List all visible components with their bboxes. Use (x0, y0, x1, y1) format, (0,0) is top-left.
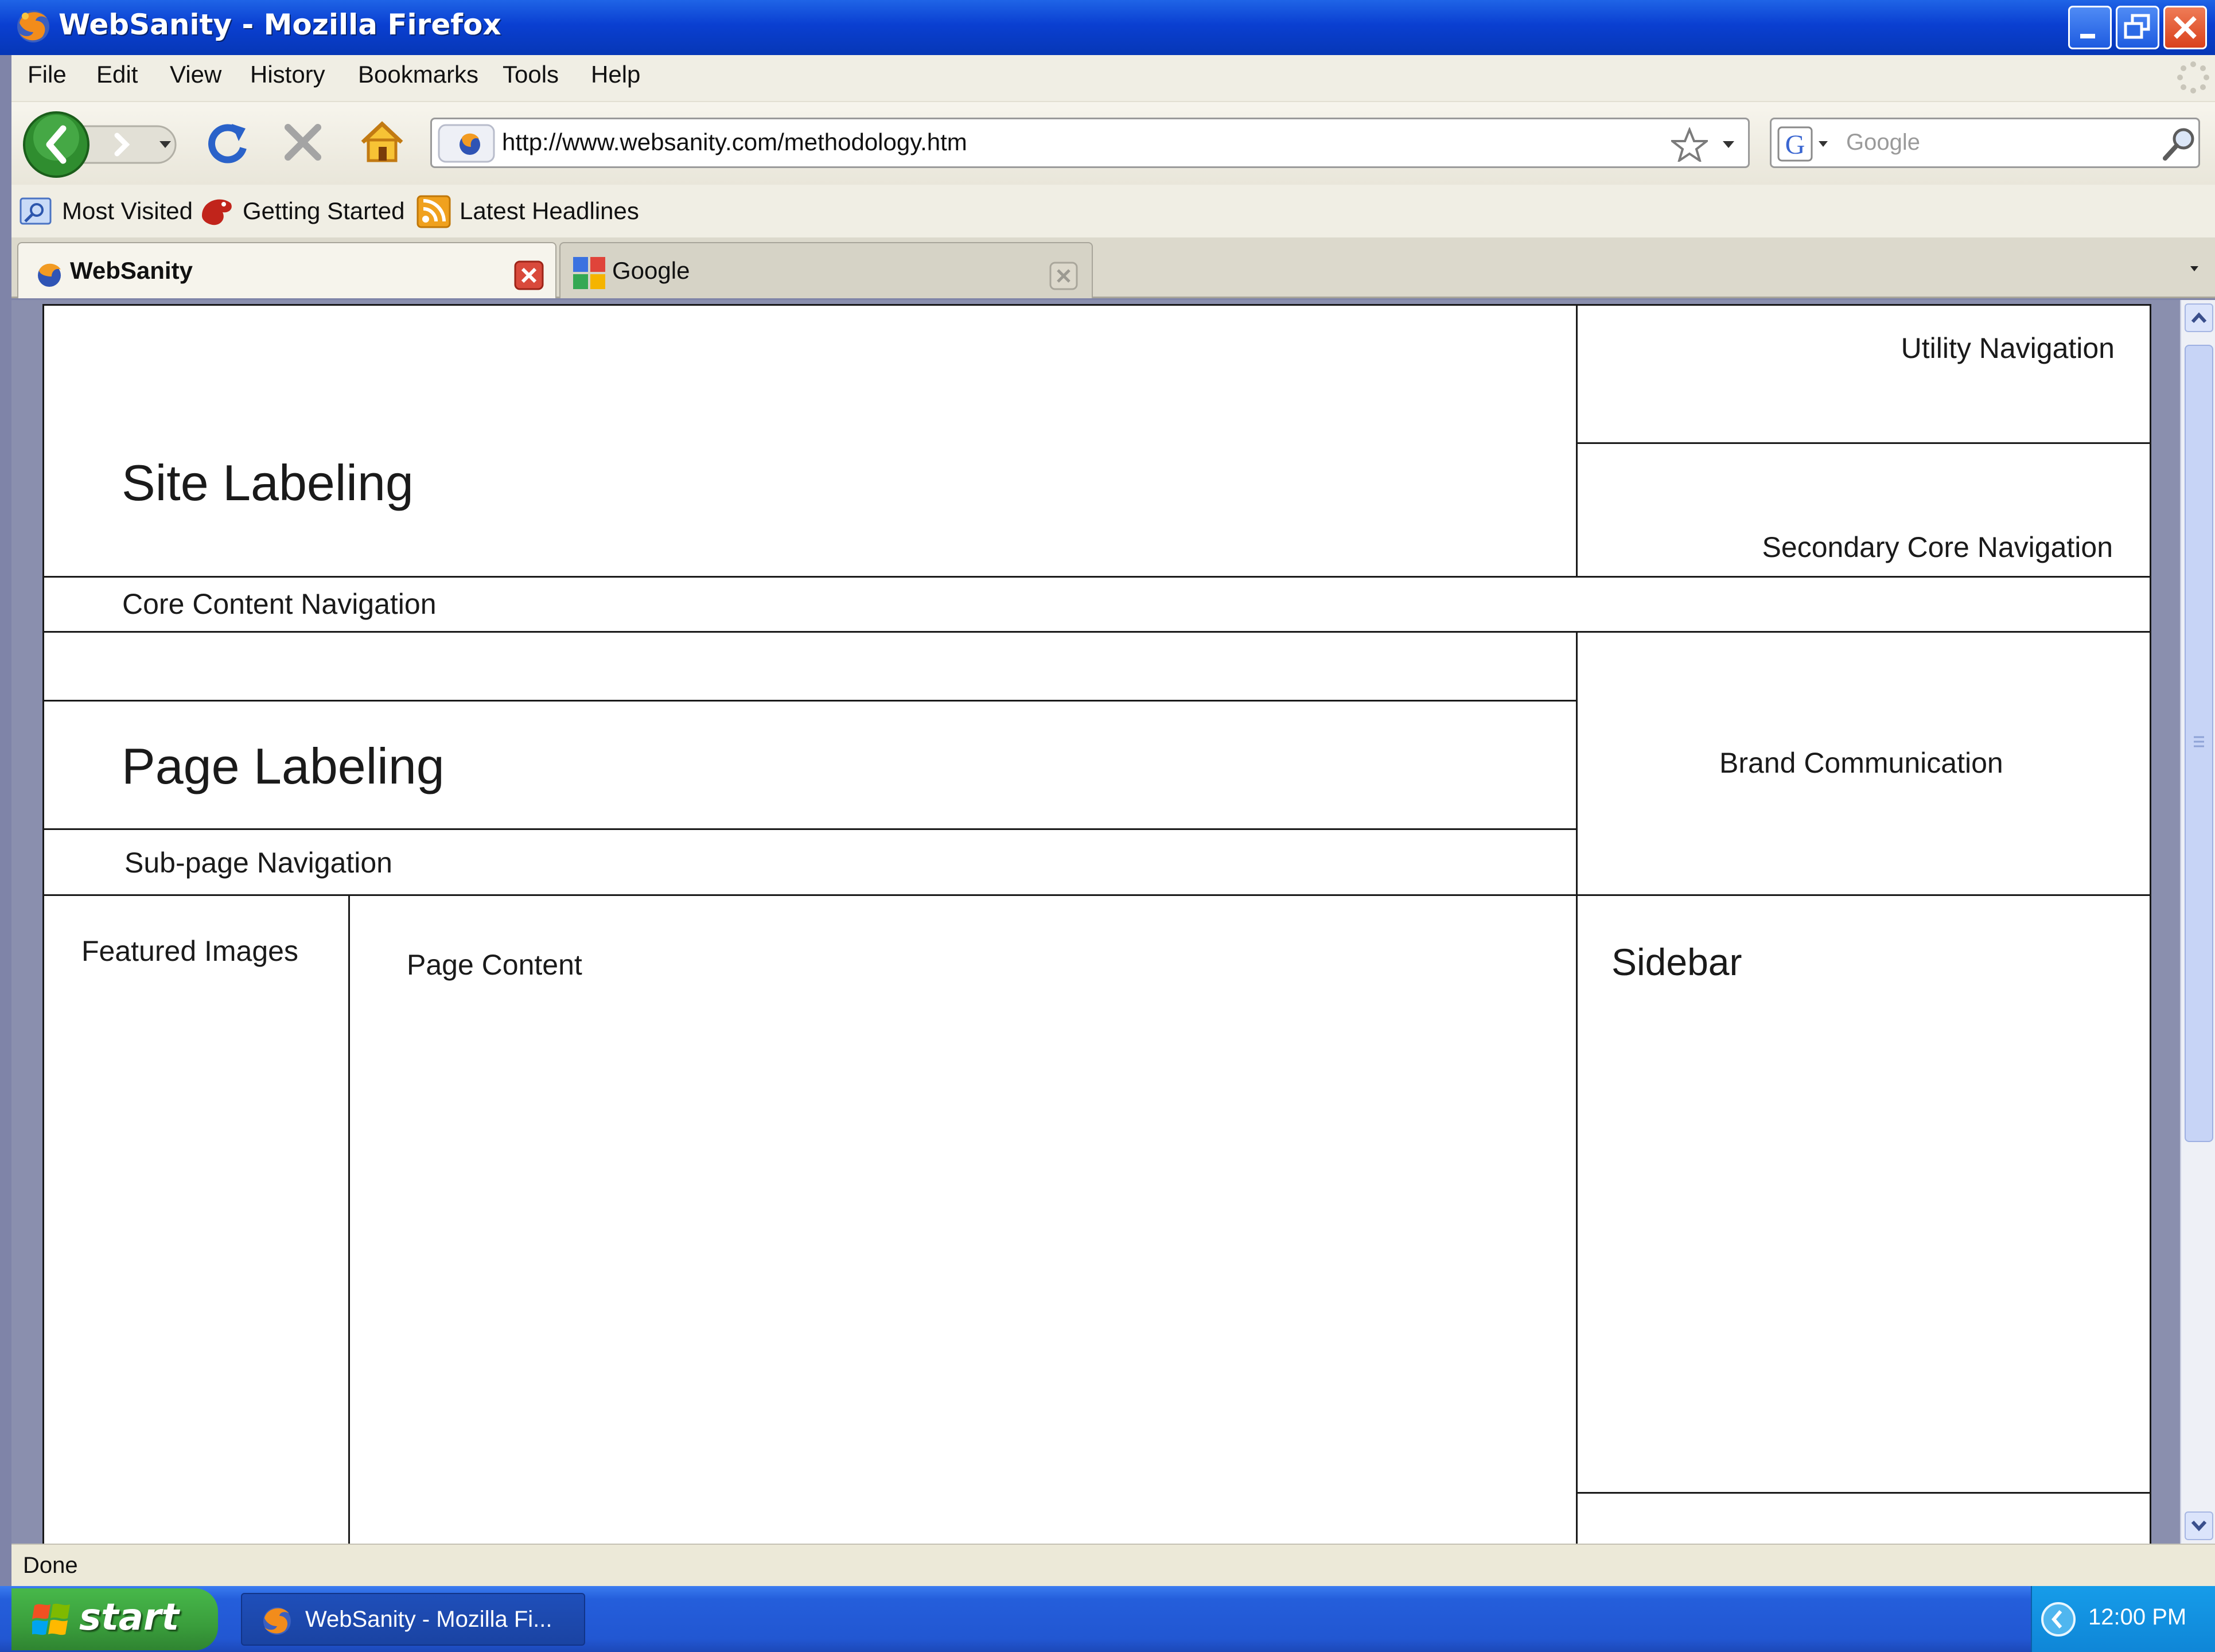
menu-history[interactable]: History (250, 61, 325, 88)
restore-icon (2124, 14, 2150, 39)
websanity-favicon (38, 263, 61, 287)
chevron-up-icon (2191, 312, 2207, 324)
sidebar: Sidebar (1611, 941, 1742, 983)
bookmark-getting-started[interactable]: Getting Started (243, 197, 405, 225)
taskbar-item-label: WebSanity - Mozilla Fi... (305, 1607, 552, 1632)
chevron-down-icon (2191, 1520, 2207, 1532)
restore-button[interactable] (2116, 6, 2159, 49)
menu-view[interactable]: View (170, 61, 221, 88)
close-tab-icon[interactable] (1049, 262, 1078, 290)
grip-icon (2194, 736, 2204, 747)
rss-feed-icon (416, 195, 451, 228)
search-engine-icon[interactable]: G (1777, 126, 1837, 162)
menu-file[interactable]: File (28, 61, 67, 88)
site-identity-icon[interactable] (438, 124, 495, 163)
close-tab-icon[interactable] (514, 260, 544, 290)
url-bar[interactable]: http://www.websanity.com/methodology.htm (430, 118, 1750, 168)
page-content: Page Content (407, 949, 582, 981)
tab-websanity-label: WebSanity (70, 257, 193, 284)
menu-tools[interactable]: Tools (503, 61, 559, 88)
system-tray: 12:00 PM (2031, 1586, 2215, 1652)
reload-icon[interactable] (204, 118, 252, 166)
search-icon[interactable] (2162, 126, 2197, 162)
search-box[interactable]: G Google (1770, 118, 2200, 168)
wireframe-page: Site Labeling Utility Navigation Seconda… (42, 304, 2151, 1545)
most-visited-icon (20, 197, 52, 225)
scroll-thumb[interactable] (2185, 345, 2213, 1142)
getting-started-icon (202, 199, 232, 225)
bookmark-star-icon[interactable] (1671, 127, 1708, 162)
scroll-up-button[interactable] (2185, 303, 2213, 332)
url-text[interactable]: http://www.websanity.com/methodology.htm (502, 128, 967, 156)
search-placeholder: Google (1846, 130, 1920, 155)
tab-websanity[interactable]: WebSanity (17, 242, 556, 298)
content-top-line (44, 894, 2151, 896)
page-label-top-line (44, 700, 1576, 702)
tab-list-dropdown-icon[interactable] (2180, 254, 2209, 282)
menu-bookmarks[interactable]: Bookmarks (358, 61, 478, 88)
taskbar-item-firefox[interactable]: WebSanity - Mozilla Fi... (241, 1593, 585, 1646)
firefox-icon (17, 10, 49, 42)
menu-help[interactable]: Help (591, 61, 640, 88)
bookmark-latest-headlines[interactable]: Latest Headlines (460, 197, 639, 225)
menu-edit[interactable]: Edit (96, 61, 138, 88)
brand-communication: Brand Communication (1719, 747, 2003, 779)
status-text: Done (23, 1553, 78, 1578)
start-button[interactable]: start (11, 1588, 218, 1650)
tray-expand-icon[interactable] (2040, 1601, 2077, 1638)
bookmark-most-visited[interactable]: Most Visited (62, 197, 193, 225)
page-labeling: Page Labeling (122, 738, 445, 794)
clock[interactable]: 12:00 PM (2088, 1604, 2186, 1630)
windows-logo-icon (32, 1603, 70, 1635)
google-favicon (573, 257, 605, 289)
stop-icon[interactable] (281, 120, 325, 164)
minimize-icon (2080, 34, 2095, 38)
forward-button[interactable] (103, 126, 149, 163)
svg-text:G: G (1785, 130, 1805, 160)
close-window-button[interactable] (2163, 6, 2207, 49)
secondary-core-navigation[interactable]: Secondary Core Navigation (1762, 531, 2113, 564)
home-icon[interactable] (358, 117, 406, 165)
utility-navigation[interactable]: Utility Navigation (1901, 332, 2115, 365)
tab-google[interactable]: Google (559, 242, 1093, 298)
header-bottom-line (44, 576, 2151, 578)
close-icon (2174, 16, 2197, 39)
bookmarks-toolbar: Most Visited Getting Started Latest Head… (11, 185, 2215, 237)
menu-bar: File Edit View History Bookmarks Tools H… (11, 55, 2215, 102)
utility-divider (1576, 442, 2151, 444)
core-nav-bottom-line (44, 631, 2151, 633)
throbber-icon (2177, 61, 2209, 93)
scroll-down-button[interactable] (2185, 1511, 2213, 1540)
tab-google-label: Google (612, 257, 690, 284)
windows-taskbar: start WebSanity - Mozilla Fi... 12:00 PM (0, 1586, 2215, 1652)
site-labeling: Site Labeling (122, 454, 414, 511)
main-right-divider (1576, 631, 1578, 1545)
back-button[interactable] (21, 109, 92, 179)
tab-bar: WebSanity Google (11, 237, 2215, 298)
status-bar: Done (11, 1544, 2215, 1586)
start-label: start (79, 1596, 180, 1639)
featured-divider (348, 894, 350, 1545)
window-title: WebSanity - Mozilla Firefox (59, 8, 501, 41)
sidebar-bottom-line (1576, 1492, 2151, 1494)
core-content-navigation[interactable]: Core Content Navigation (122, 587, 437, 621)
firefox-icon (263, 1607, 291, 1635)
header-divider (1576, 306, 1578, 576)
sub-page-navigation[interactable]: Sub-page Navigation (124, 846, 392, 879)
vertical-scrollbar[interactable] (2180, 300, 2215, 1544)
url-dropdown-icon[interactable] (1722, 139, 1735, 150)
minimize-button[interactable] (2068, 6, 2112, 49)
title-bar: WebSanity - Mozilla Firefox (0, 0, 2215, 55)
featured-images: Featured Images (81, 935, 298, 967)
page-label-bottom-line (44, 828, 1576, 830)
